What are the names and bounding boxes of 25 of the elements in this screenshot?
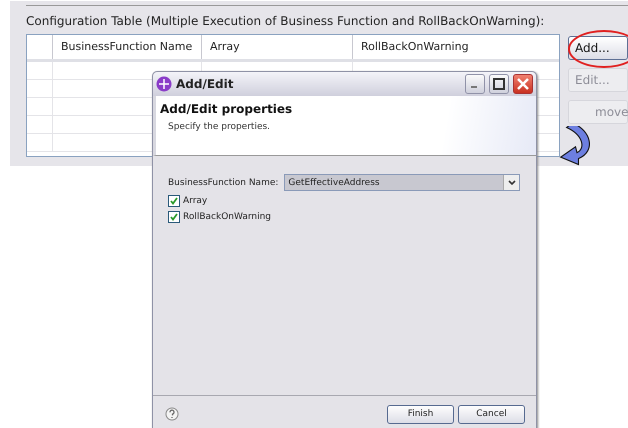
business-function-combo[interactable]: GetEffectiveAddress — [284, 174, 520, 191]
checkbox-label: Array — [183, 196, 208, 206]
checkbox[interactable] — [168, 211, 180, 223]
chevron-down-icon — [508, 180, 516, 186]
close-button[interactable] — [513, 74, 533, 94]
column-header[interactable]: Array — [201, 35, 352, 59]
help-icon[interactable] — [165, 407, 179, 421]
column-header[interactable]: RollBackOnWarning — [352, 35, 559, 59]
dialog-button[interactable]: Cancel — [458, 404, 525, 424]
close-icon — [517, 78, 529, 90]
column-header[interactable]: BusinessFunction Name — [52, 35, 201, 59]
minimize-button[interactable] — [465, 74, 485, 94]
checkbox[interactable] — [168, 195, 180, 207]
table-title: Configuration Table (Multiple Execution of Business Function and RollBackOnWarning): — [26, 14, 546, 28]
table-button[interactable]: Add... — [568, 36, 628, 60]
maximize-icon — [493, 78, 505, 90]
dialog-description: Specify the properties. — [168, 122, 272, 132]
dialog-heading: Add/Edit properties — [160, 102, 294, 116]
dropdown-button[interactable] — [503, 175, 519, 190]
app-icon — [156, 76, 172, 92]
checkbox-label: RollBackOnWarning — [183, 212, 271, 222]
dialog-button[interactable]: Finish — [387, 404, 454, 424]
maximize-button[interactable] — [489, 74, 509, 94]
dialog-title: Add/Edit — [176, 77, 234, 91]
field-label: BusinessFunction Name: — [168, 178, 278, 188]
